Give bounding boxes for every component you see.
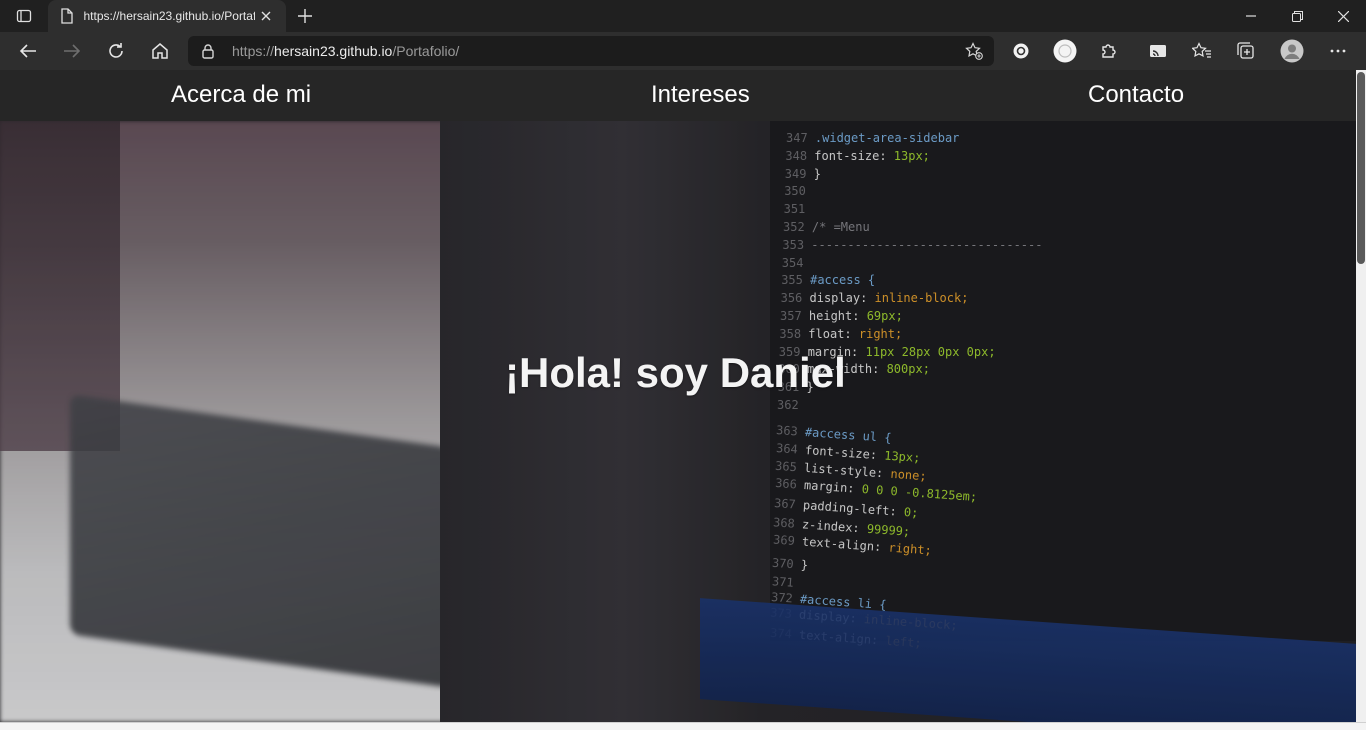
star-plus-icon[interactable]: [962, 40, 986, 62]
restore-button[interactable]: [1274, 0, 1320, 32]
profile-avatar: [1280, 39, 1304, 63]
collections-button[interactable]: [1230, 35, 1262, 67]
forward-button[interactable]: [56, 35, 88, 67]
home-button[interactable]: [144, 35, 176, 67]
nav-link-acerca[interactable]: Acerca de mi: [171, 81, 311, 109]
tab-actions-icon: [16, 9, 32, 23]
new-tab-button[interactable]: [292, 4, 318, 28]
scrollbar-thumb[interactable]: [1357, 72, 1365, 264]
cast-button[interactable]: [1142, 35, 1174, 67]
favorites-button[interactable]: [1186, 35, 1218, 67]
hero-title: ¡Hola! soy Daniel: [505, 349, 846, 396]
back-button[interactable]: [12, 35, 44, 67]
url-scheme: https://: [232, 43, 275, 59]
back-arrow-icon: [19, 44, 36, 58]
url-host: hersain23.github.io: [274, 43, 393, 59]
close-tab-icon[interactable]: [257, 6, 276, 26]
browser-tab-strip: https://hersain23.github.io/Portafolio/: [0, 0, 1366, 32]
profile-button[interactable]: [1276, 35, 1308, 67]
forward-arrow-icon: [64, 44, 81, 58]
nav-link-contacto[interactable]: Contacto: [1088, 81, 1184, 109]
address-bar[interactable]: https://hersain23.github.io/Portafolio/: [188, 36, 994, 66]
extension-button-1[interactable]: [1005, 35, 1037, 67]
close-icon: [1337, 10, 1349, 22]
hero-overlay: [0, 121, 1356, 722]
refresh-icon: [109, 43, 123, 58]
page-scrollbar[interactable]: [1356, 70, 1366, 722]
favorites-icon: [1192, 42, 1211, 58]
tab-actions-button[interactable]: [8, 4, 40, 28]
nav-link-intereses[interactable]: Intereses: [651, 81, 750, 109]
cast-icon: [1150, 45, 1166, 57]
browser-tab-active[interactable]: https://hersain23.github.io/Portafolio/: [48, 0, 286, 32]
extensions-button[interactable]: [1093, 35, 1125, 67]
minimize-icon: [1246, 15, 1256, 17]
url-path: /Portafolio/: [392, 43, 460, 59]
page-icon: [58, 7, 76, 25]
puzzle-icon: [1102, 44, 1116, 58]
refresh-button[interactable]: [100, 35, 132, 67]
extension-badge-icon: [1013, 43, 1029, 59]
ellipsis-icon: [1330, 49, 1346, 53]
close-window-button[interactable]: [1320, 0, 1366, 32]
site-nav: Acerca de mi Intereses Contacto: [0, 70, 1356, 121]
window-bottom-edge: [0, 722, 1366, 730]
extension-circle-icon: [1053, 39, 1077, 63]
more-menu-button[interactable]: [1322, 35, 1354, 67]
tab-title: https://hersain23.github.io/Portafolio/: [83, 9, 255, 23]
collections-icon: [1237, 42, 1254, 59]
minimize-button[interactable]: [1228, 0, 1274, 32]
lock-icon[interactable]: [200, 43, 216, 59]
hero-section: 347 .widget-area-sidebar 348 font-size: 1…: [0, 121, 1356, 722]
browser-toolbar: https://hersain23.github.io/Portafolio/: [0, 32, 1366, 92]
extension-button-2[interactable]: [1049, 35, 1081, 67]
restore-icon: [1291, 10, 1303, 22]
page-viewport: Acerca de mi Intereses Contacto 347 .wid…: [0, 70, 1366, 722]
home-icon: [152, 43, 168, 59]
plus-icon: [298, 9, 312, 23]
address-url: https://hersain23.github.io/Portafolio/: [232, 43, 459, 59]
